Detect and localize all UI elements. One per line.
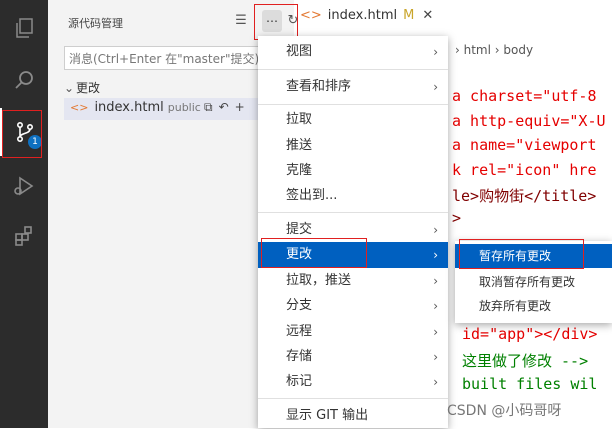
chevron-right-icon: › — [433, 223, 438, 237]
menu-item-label: 存储 — [286, 349, 313, 364]
menu-divider — [258, 398, 448, 399]
modified-indicator: M — [403, 8, 415, 23]
watermark: CSDN @小码哥呀 — [447, 403, 562, 419]
menu-item-label: 提交 — [286, 222, 313, 237]
code-line: le>购物街</title> — [452, 187, 597, 205]
menu-item-label: 克隆 — [286, 163, 313, 178]
chevron-right-icon: › — [433, 350, 438, 364]
file-name: index.html — [94, 100, 164, 115]
menu-item-push[interactable]: 推送 — [258, 133, 448, 159]
explorer-icon[interactable] — [0, 4, 48, 52]
menu-item-view[interactable]: 视图 › — [258, 39, 448, 65]
menu-divider — [258, 104, 448, 105]
menu-item-remote[interactable]: 远程 › — [258, 319, 448, 345]
source-control-highlight — [2, 110, 42, 158]
menu-item-view-sort[interactable]: 查看和排序 › — [258, 74, 448, 100]
more-actions-menu: 视图 › 查看和排序 › 拉取 推送 克隆 签出到... 提交 › 更改 › 拉取，推送… — [258, 36, 448, 428]
chevron-right-icon: › — [433, 274, 438, 288]
breadcrumb-item-body[interactable]: body — [503, 43, 533, 57]
chevron-right-icon: › — [433, 325, 438, 339]
activity-bar: 1 — [0, 0, 48, 428]
code-line: a name="viewport — [452, 136, 597, 154]
breadcrumb: › html › body — [455, 43, 533, 57]
changes-group[interactable]: ⌄ 更改 — [64, 79, 100, 96]
menu-item-label: 拉取 — [286, 112, 313, 127]
code-line: > — [452, 209, 462, 227]
chevron-right-icon: › — [433, 45, 438, 59]
close-icon[interactable]: ✕ — [422, 8, 433, 23]
breadcrumb-separator: › — [490, 43, 504, 57]
submenu-item-unstage-all[interactable]: 取消暂存所有更改 — [455, 270, 612, 294]
html-file-icon: <> — [70, 101, 89, 114]
tab-label: index.html — [327, 8, 398, 23]
tab-index-html[interactable]: <> index.html M ✕ — [300, 8, 433, 36]
menu-item-label: 查看和排序 — [286, 79, 352, 94]
html-file-icon: <> — [300, 8, 322, 23]
panel-title: 源代码管理 — [68, 17, 123, 30]
breadcrumb-separator: › — [455, 43, 464, 57]
run-debug-icon[interactable] — [0, 162, 48, 210]
file-folder: public — [167, 101, 201, 114]
code-line: id="app"></div> — [462, 325, 598, 343]
open-file-icon[interactable]: ⧉ — [204, 100, 213, 115]
code-line: built files wil — [462, 375, 598, 393]
menu-item-branch[interactable]: 分支 › — [258, 293, 448, 319]
menu-item-clone[interactable]: 克隆 — [258, 158, 448, 184]
discard-changes-icon[interactable]: ↶ — [219, 100, 229, 115]
menu-item-label: 标记 — [286, 374, 313, 389]
code-line: k rel="icon" hre — [452, 161, 597, 179]
menu-item-label: 分支 — [286, 298, 313, 313]
menu-item-tags[interactable]: 标记 › — [258, 369, 448, 395]
submenu-item-discard-all[interactable]: 放弃所有更改 — [455, 294, 612, 318]
more-actions-highlight — [254, 4, 298, 40]
breadcrumb-item-html[interactable]: html — [464, 43, 491, 57]
code-line: a charset="utf-8 — [452, 87, 597, 105]
menu-item-label: 拉取，推送 — [286, 273, 352, 288]
menu-item-pull-push[interactable]: 拉取，推送 › — [258, 268, 448, 294]
changes-item-highlight — [261, 238, 367, 268]
chevron-down-icon: ⌄ — [64, 81, 75, 95]
menu-divider — [258, 69, 448, 70]
view-tree-icon[interactable]: ☰ — [233, 13, 249, 28]
code-line: 这里做了修改 --> — [462, 352, 589, 370]
file-row-actions: ⧉ ↶ + — [204, 100, 245, 115]
menu-item-label: 推送 — [286, 138, 313, 153]
menu-item-label: 签出到... — [286, 188, 338, 203]
code-line: a http-equiv="X-U — [452, 112, 606, 130]
search-icon[interactable] — [0, 56, 48, 104]
extensions-icon[interactable] — [0, 212, 48, 260]
menu-item-label: 视图 — [286, 44, 313, 59]
menu-item-pull[interactable]: 拉取 — [258, 107, 448, 133]
menu-item-stash[interactable]: 存储 › — [258, 344, 448, 370]
menu-item-label: 显示 GIT 输出 — [286, 408, 369, 423]
chevron-right-icon: › — [433, 375, 438, 389]
menu-divider — [258, 212, 448, 213]
menu-item-checkout[interactable]: 签出到... — [258, 183, 448, 209]
menu-item-label: 远程 — [286, 324, 313, 339]
chevron-right-icon: › — [433, 299, 438, 313]
chevron-right-icon: › — [433, 248, 438, 262]
chevron-right-icon: › — [433, 80, 438, 94]
changes-label: 更改 — [76, 81, 101, 95]
menu-item-show-git-output[interactable]: 显示 GIT 输出 — [258, 403, 448, 429]
stage-all-highlight — [459, 239, 584, 269]
stage-changes-icon[interactable]: + — [235, 100, 245, 115]
